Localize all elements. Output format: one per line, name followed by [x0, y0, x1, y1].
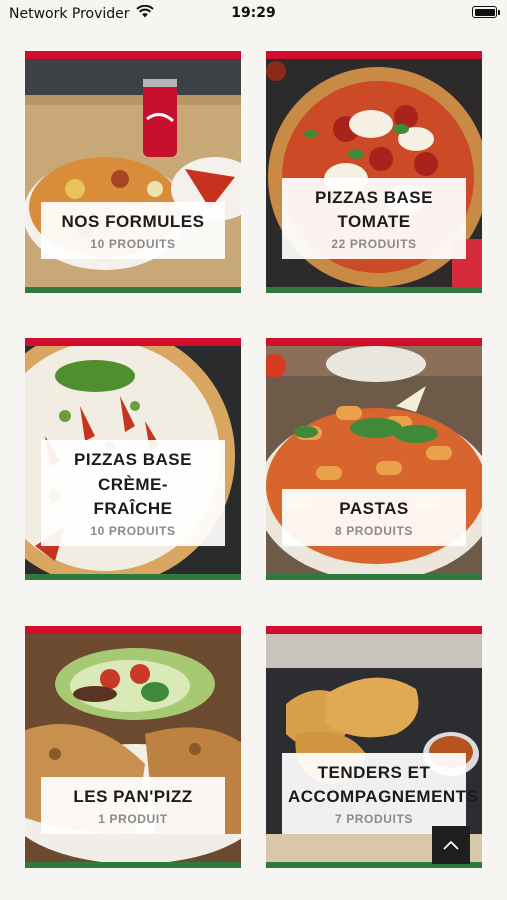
category-card-pizzas-base-tomate[interactable]: PIZZAS BASE TOMATE 22 PRODUITS	[266, 51, 482, 293]
category-count: 22 PRODUITS	[331, 237, 417, 251]
category-label: TENDERS ET ACCOMPAGNEMENTS 7 PRODUITS	[282, 752, 479, 834]
category-count: 10 PRODUITS	[90, 524, 176, 538]
category-card-les-panpizz[interactable]: LES PAN'PIZZ 1 PRODUIT	[25, 626, 241, 868]
category-count: 7 PRODUITS	[334, 812, 413, 826]
category-grid: NOS FORMULES 10 PRODUITS PIZZAS BASE TOM…	[0, 0, 507, 900]
category-count: 1 PRODUIT	[98, 812, 168, 826]
category-title: NOS FORMULES	[61, 212, 205, 232]
category-title: PIZZAS BASE CRÈME- FRAÎCHE	[74, 450, 192, 519]
category-card-pastas[interactable]: PASTAS 8 PRODUITS	[266, 338, 482, 580]
category-label: NOS FORMULES 10 PRODUITS	[41, 202, 225, 259]
category-title: PASTAS	[339, 499, 409, 519]
category-card-nos-formules[interactable]: NOS FORMULES 10 PRODUITS	[25, 51, 241, 293]
category-label: PIZZAS BASE TOMATE 22 PRODUITS	[282, 177, 466, 259]
category-count: 8 PRODUITS	[334, 524, 413, 538]
category-title: LES PAN'PIZZ	[73, 787, 193, 807]
category-title: TENDERS ET ACCOMPAGNEMENTS	[288, 762, 479, 807]
category-label: PASTAS 8 PRODUITS	[282, 489, 466, 546]
category-title: PIZZAS BASE TOMATE	[315, 187, 433, 232]
category-label: PIZZAS BASE CRÈME- FRAÎCHE 10 PRODUITS	[41, 440, 225, 546]
category-card-pizzas-base-creme-fraiche[interactable]: PIZZAS BASE CRÈME- FRAÎCHE 10 PRODUITS	[25, 338, 241, 580]
chevron-up-icon	[442, 836, 460, 855]
category-label: LES PAN'PIZZ 1 PRODUIT	[41, 777, 225, 834]
scroll-to-top-button[interactable]	[432, 826, 470, 864]
category-count: 10 PRODUITS	[90, 237, 176, 251]
